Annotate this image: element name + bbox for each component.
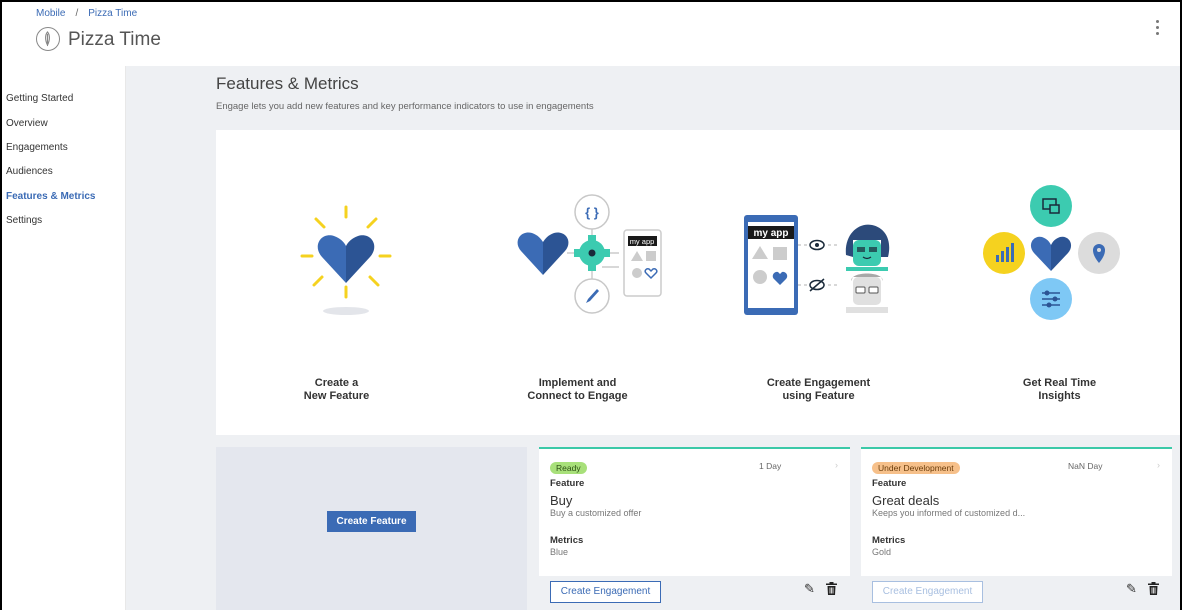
step-create-feature: Create a New Feature	[216, 130, 457, 435]
feature-name: Great deals	[872, 493, 940, 508]
sidebar-item-getting-started[interactable]: Getting Started	[6, 93, 73, 104]
feature-name: Buy	[550, 493, 573, 508]
app-title: Pizza Time	[68, 29, 161, 50]
breadcrumb: Mobile / Pizza Time	[36, 8, 137, 19]
status-badge: Under Development	[872, 462, 960, 474]
metrics-value: Gold	[872, 547, 892, 557]
feature-description: Buy a customized offer	[550, 508, 642, 518]
step-create-engagement: my app Create Engagement using Feature	[698, 130, 939, 435]
implement-connect-illustration: { } my app	[517, 194, 662, 314]
metrics-value: Blue	[550, 547, 569, 557]
step-label-line1: Get Real Time	[1022, 377, 1097, 389]
sidebar-item-settings[interactable]: Settings	[6, 215, 42, 226]
create-engagement-button[interactable]: Create Engagement	[550, 581, 661, 603]
delete-trash-icon[interactable]	[1148, 582, 1159, 600]
glowing-heart-icon	[300, 205, 392, 315]
card-footer: Create Engagement ✎	[861, 576, 1172, 610]
sidebar-item-features-metrics[interactable]: Features & Metrics	[6, 191, 95, 202]
my-app-label: my app	[753, 228, 788, 239]
sidebar-item-engagements[interactable]: Engagements	[6, 142, 68, 153]
step-label-line2: Connect to Engage	[527, 390, 628, 402]
step-label-line2: Insights	[1038, 390, 1081, 402]
chevron-right-icon[interactable]: ›	[1157, 460, 1160, 470]
my-app-label: my app	[630, 237, 655, 246]
step-label-line2: New Feature	[303, 390, 370, 402]
page-subtitle: Engage lets you add new features and key…	[216, 101, 594, 112]
breadcrumb-mobile[interactable]: Mobile	[36, 8, 65, 19]
step-implement-connect: { } my app Implement and Connect to Engag…	[457, 130, 698, 435]
app-header: Mobile / Pizza Time Pizza Time	[2, 2, 1180, 66]
main-content: Features & Metrics Engage lets you add n…	[126, 66, 1180, 610]
edit-pencil-icon[interactable]: ✎	[1126, 581, 1137, 597]
step-label-line1: Create Engagement	[766, 377, 871, 389]
metrics-label: Metrics	[872, 535, 906, 546]
delete-trash-icon[interactable]	[826, 582, 837, 600]
sidebar-item-overview[interactable]: Overview	[6, 118, 48, 129]
feature-card[interactable]: Under Development NaN Day › Feature Grea…	[861, 447, 1172, 610]
breadcrumb-pizza-time[interactable]: Pizza Time	[88, 8, 137, 19]
status-badge: Ready	[550, 462, 587, 474]
chevron-right-icon[interactable]: ›	[835, 460, 838, 470]
kebab-menu-icon[interactable]	[1152, 20, 1162, 38]
create-feature-card: Create Feature	[216, 447, 527, 610]
edit-pencil-icon[interactable]: ✎	[804, 581, 815, 597]
card-footer: Create Engagement ✎	[539, 576, 850, 610]
feature-age: NaN Day	[1068, 461, 1103, 471]
sidebar: Getting Started Overview Engagements Aud…	[2, 66, 126, 610]
page-title: Features & Metrics	[216, 74, 359, 93]
create-engagement-illustration: my app	[744, 215, 890, 315]
step-label-line2: using Feature	[782, 390, 855, 402]
feather-icon	[36, 27, 60, 51]
create-engagement-button[interactable]: Create Engagement	[872, 581, 983, 603]
step-label-line1: Create a	[314, 377, 359, 389]
create-feature-button[interactable]: Create Feature	[327, 511, 416, 532]
real-time-insights-illustration	[983, 185, 1120, 320]
feature-card[interactable]: Ready 1 Day › Feature Buy Buy a customiz…	[539, 447, 850, 610]
metrics-label: Metrics	[550, 535, 584, 546]
step-label-line1: Implement and	[538, 377, 617, 389]
step-real-time-insights: Get Real Time Insights	[939, 130, 1180, 435]
sidebar-item-audiences[interactable]: Audiences	[6, 166, 53, 177]
svg-text:{ }: { }	[585, 205, 599, 220]
feature-age: 1 Day	[759, 461, 782, 471]
breadcrumb-separator: /	[75, 8, 79, 19]
feature-label: Feature	[550, 478, 585, 489]
feature-label: Feature	[872, 478, 907, 489]
onboarding-steps: Create a New Feature { } my app Implemen…	[216, 130, 1180, 435]
feature-description: Keeps you informed of customized d...	[872, 508, 1026, 518]
